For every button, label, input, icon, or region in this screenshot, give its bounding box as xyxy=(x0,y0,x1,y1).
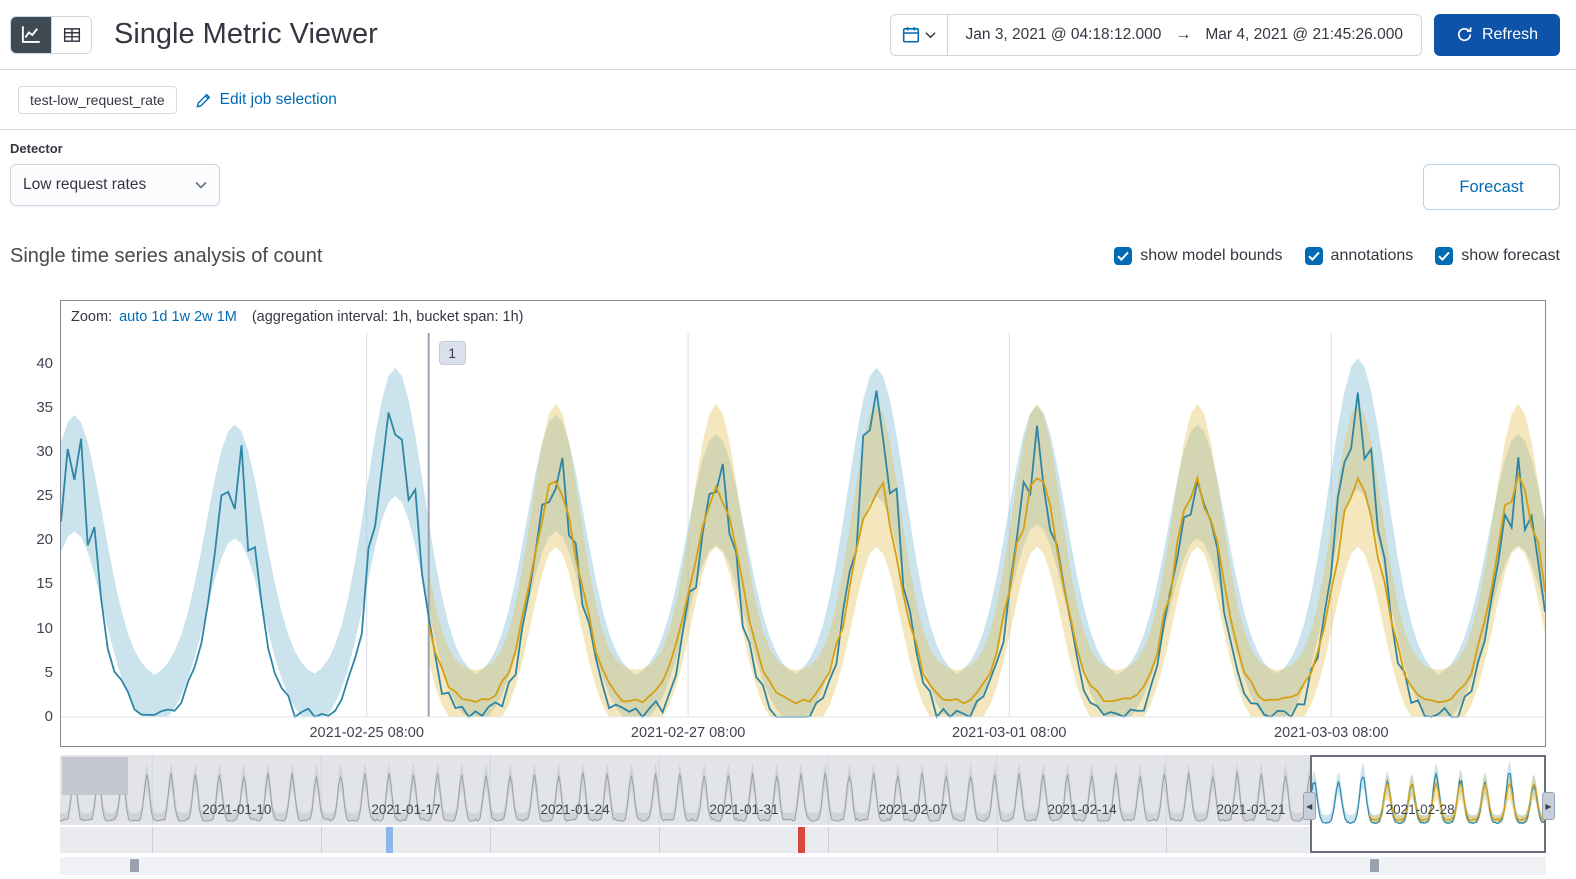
context-navigator: 2021-01-10 2021-01-17 2021-01-24 2021-01-31… xyxy=(59,755,1555,855)
single-metric-viewer-app: Single Metric Viewer Jan 3, 2021 @ 04:18… xyxy=(0,0,1576,879)
y-tick-label: 0 xyxy=(44,708,53,725)
context-tick-label: 2021-01-31 xyxy=(709,802,779,817)
checkbox-annotations[interactable]: annotations xyxy=(1304,247,1414,265)
zoom-option-1d[interactable]: 1d xyxy=(151,309,167,325)
zoom-controls: Zoom: auto 1d 1w 2w 1M (aggregation inte… xyxy=(71,309,524,325)
detector-selected-value: Low request rates xyxy=(23,176,147,193)
context-tick-label: 2021-02-14 xyxy=(1047,802,1117,817)
y-tick-label: 10 xyxy=(36,619,53,637)
left-arrow-icon: ◀ xyxy=(1306,801,1313,811)
context-tick-label: 2021-02-07 xyxy=(878,802,948,817)
checkbox-label: annotations xyxy=(1330,247,1414,264)
line-chart-icon xyxy=(21,25,40,43)
context-mask-block xyxy=(62,757,128,795)
table-view-button[interactable] xyxy=(51,16,91,53)
chevron-down-icon xyxy=(195,181,207,189)
zoom-option-auto[interactable]: auto xyxy=(119,309,147,325)
brush-right-handle[interactable]: ▶ xyxy=(1542,792,1555,820)
context-tick-label: 2021-02-28 xyxy=(1385,802,1455,817)
checkbox-icon[interactable] xyxy=(1304,247,1323,265)
right-arrow-icon: ▶ xyxy=(1545,801,1552,811)
zoom-label: Zoom: xyxy=(71,309,113,325)
y-tick-label: 5 xyxy=(44,663,53,681)
analysis-header-row: Single time series analysis of count sho… xyxy=(10,236,1560,276)
annotation-tick[interactable] xyxy=(129,859,139,872)
y-tick-label: 40 xyxy=(36,354,53,372)
date-range-display: Jan 3, 2021 @ 04:18:12.000 → Mar 4, 2021… xyxy=(948,15,1421,55)
calendar-icon xyxy=(902,26,919,43)
edit-job-selection-label: Edit job selection xyxy=(219,91,337,108)
forecast-button[interactable]: Forecast xyxy=(1423,164,1560,210)
header-right: Jan 3, 2021 @ 04:18:12.000 → Mar 4, 2021… xyxy=(889,13,1560,56)
x-tick-label: 2021-02-25 08:00 xyxy=(309,725,424,741)
view-toggle-group xyxy=(10,15,92,54)
chevron-down-icon xyxy=(924,31,936,38)
detector-label: Detector xyxy=(10,141,63,156)
zoom-option-1M[interactable]: 1M xyxy=(217,309,237,325)
y-tick-label: 35 xyxy=(36,398,53,416)
checkbox-icon[interactable] xyxy=(1435,247,1454,265)
checkbox-show-model-bounds[interactable]: show model bounds xyxy=(1114,247,1283,265)
start-date[interactable]: Jan 3, 2021 @ 04:18:12.000 xyxy=(966,26,1162,44)
job-badge: test-low_request_rate xyxy=(18,86,177,114)
context-tick-label: 2021-02-21 xyxy=(1216,802,1286,817)
context-tick-label: 2021-01-10 xyxy=(202,802,272,817)
anomaly-marker-low[interactable] xyxy=(386,827,394,853)
refresh-icon xyxy=(1457,27,1472,42)
date-range-arrow-icon: → xyxy=(1175,25,1192,43)
context-tick-label: 2021-01-17 xyxy=(371,802,441,817)
anomaly-marker-critical[interactable] xyxy=(797,827,805,853)
date-range-picker[interactable]: Jan 3, 2021 @ 04:18:12.000 → Mar 4, 2021… xyxy=(889,13,1422,56)
zoom-option-2w[interactable]: 2w xyxy=(194,309,213,325)
annotation-marker-badge[interactable]: 1 xyxy=(438,341,466,365)
chart-option-checkboxes: show model bounds annotations show forecas… xyxy=(1114,247,1560,265)
checkbox-icon[interactable] xyxy=(1114,247,1133,265)
checkbox-show-forecast[interactable]: show forecast xyxy=(1435,247,1560,265)
checkbox-label: show model bounds xyxy=(1140,247,1283,264)
x-tick-label: 2021-03-03 08:00 xyxy=(1274,725,1389,741)
y-tick-label: 30 xyxy=(36,442,53,460)
zoom-option-1w[interactable]: 1w xyxy=(172,309,191,325)
context-tick-label: 2021-01-24 xyxy=(540,802,610,817)
refresh-button[interactable]: Refresh xyxy=(1433,13,1560,56)
x-tick-label: 2021-03-01 08:00 xyxy=(952,725,1067,741)
app-header: Single Metric Viewer Jan 3, 2021 @ 04:18… xyxy=(0,0,1576,70)
refresh-label: Refresh xyxy=(1481,25,1538,43)
detector-row: Detector Low request rates Forecast xyxy=(0,131,1576,236)
focus-chart[interactable]: Zoom: auto 1d 1w 2w 1M (aggregation inte… xyxy=(36,300,1546,747)
x-tick-label: 2021-02-27 08:00 xyxy=(630,725,746,741)
page-title: Single Metric Viewer xyxy=(114,18,378,50)
y-tick-label: 25 xyxy=(36,487,53,505)
chart-view-button[interactable] xyxy=(11,16,51,53)
edit-job-selection-link[interactable]: Edit job selection xyxy=(195,91,337,109)
annotation-tick[interactable] xyxy=(1369,859,1379,872)
section-heading: Single time series analysis of count xyxy=(10,244,323,267)
brush-left-handle[interactable]: ◀ xyxy=(1302,792,1316,820)
calendar-dropdown-button[interactable] xyxy=(891,14,948,55)
checkbox-label: show forecast xyxy=(1461,247,1560,264)
detector-select[interactable]: Low request rates xyxy=(10,164,220,206)
pencil-icon xyxy=(196,93,210,108)
time-series-plot[interactable] xyxy=(61,333,1545,723)
aggregation-info: (aggregation interval: 1h, bucket span: … xyxy=(251,309,524,325)
job-selection-bar: test-low_request_rate Edit job selection xyxy=(0,71,1576,130)
table-icon xyxy=(63,27,80,42)
end-date[interactable]: Mar 4, 2021 @ 21:45:26.000 xyxy=(1205,26,1403,44)
y-tick-label: 20 xyxy=(36,531,53,549)
annotations-timeline[interactable] xyxy=(60,857,1546,875)
zoom-links: auto 1d 1w 2w 1M xyxy=(119,309,237,325)
y-tick-label: 15 xyxy=(36,575,53,593)
